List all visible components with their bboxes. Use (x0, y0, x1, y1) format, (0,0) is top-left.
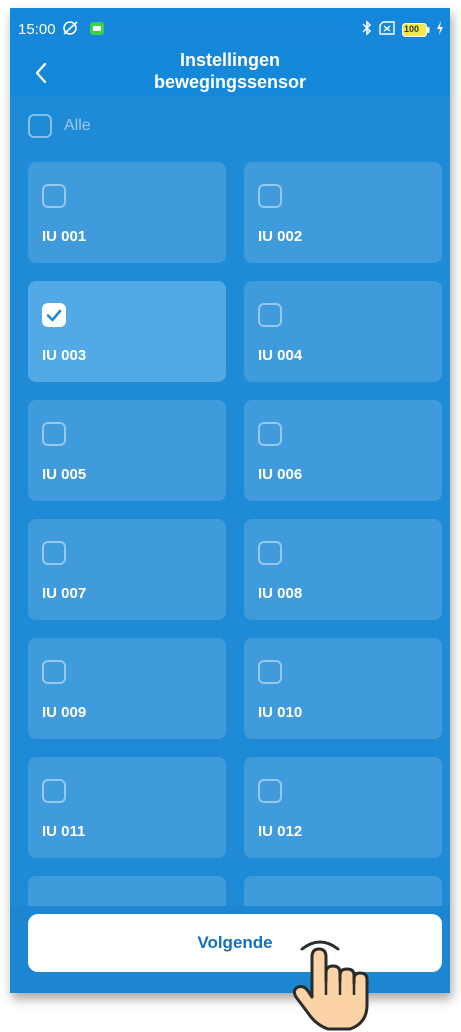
page-title-line2: bewegingssensor (153, 72, 307, 92)
unit-label: IU 008 (258, 585, 303, 602)
page-title-line1: Instellingen (179, 50, 280, 70)
back-arrow-icon (35, 62, 47, 84)
unit-label: IU 007 (42, 585, 87, 602)
select-all-checkbox[interactable]: Alle (28, 114, 91, 138)
unit-label: IU 006 (258, 466, 303, 483)
header: Instellingen bewegingssensor (10, 44, 450, 104)
unit-label: IU 003 (42, 347, 87, 364)
unit-checkbox[interactable] (42, 422, 66, 446)
unit-card[interactable]: IU 009 (28, 638, 226, 739)
unit-label: IU 012 (258, 823, 303, 840)
select-all-label: Alle (64, 117, 91, 134)
unit-card[interactable]: IU 012 (244, 757, 442, 858)
unit-checkbox[interactable] (42, 541, 66, 565)
unit-checkbox[interactable] (258, 660, 282, 684)
app-notification-icon (90, 22, 104, 39)
unit-checkbox[interactable] (258, 184, 282, 208)
unit-checkbox[interactable] (258, 541, 282, 565)
page-title: Instellingen bewegingssensor (70, 49, 390, 93)
unit-label: IU 002 (258, 228, 303, 245)
unit-card[interactable]: IU 005 (28, 400, 226, 501)
unit-label: IU 011 (42, 823, 86, 840)
bluetooth-icon (362, 20, 372, 40)
unit-checkbox[interactable] (258, 779, 282, 803)
unit-checkbox[interactable] (42, 660, 66, 684)
alarm-off-icon (62, 20, 80, 40)
unit-label: IU 005 (42, 466, 87, 483)
unit-checkbox[interactable] (258, 303, 282, 327)
status-bar: 15:00 100 (10, 8, 450, 44)
unit-card-partial[interactable] (244, 876, 442, 906)
unit-checkbox[interactable] (42, 303, 66, 327)
back-button[interactable] (30, 58, 54, 88)
unit-label: IU 009 (42, 704, 87, 721)
checkmark-icon (46, 309, 62, 322)
unit-checkbox[interactable] (258, 422, 282, 446)
unit-card[interactable]: IU 004 (244, 281, 442, 382)
unit-label: IU 010 (258, 704, 303, 721)
status-time: 15:00 (18, 21, 56, 38)
footer: Volgende (10, 906, 450, 993)
unit-card[interactable]: IU 011 (28, 757, 226, 858)
unit-card-partial[interactable] (28, 876, 226, 906)
battery-icon: 100 (402, 23, 430, 37)
unit-checkbox[interactable] (42, 184, 66, 208)
charging-icon (436, 21, 444, 39)
battery-level: 100 (404, 24, 420, 34)
unit-list[interactable]: Alle IU 001 IU 002 IU 003 IU 004 IU 005 IU 00… (10, 96, 450, 906)
unit-checkbox[interactable] (42, 779, 66, 803)
unit-label: IU 001 (42, 228, 87, 245)
hand-pointer-icon (292, 939, 369, 1031)
unit-card[interactable]: IU 003 (28, 281, 226, 382)
unit-card[interactable]: IU 006 (244, 400, 442, 501)
select-all-box[interactable] (28, 114, 52, 138)
unit-card[interactable]: IU 010 (244, 638, 442, 739)
unit-card[interactable]: IU 008 (244, 519, 442, 620)
unit-card[interactable]: IU 002 (244, 162, 442, 263)
unit-card[interactable]: IU 007 (28, 519, 226, 620)
unit-label: IU 004 (258, 347, 303, 364)
unit-card[interactable]: IU 001 (28, 162, 226, 263)
phone-screen: 15:00 100 Instellingen bewegingssensor A… (10, 8, 450, 993)
no-sim-icon (378, 21, 396, 39)
